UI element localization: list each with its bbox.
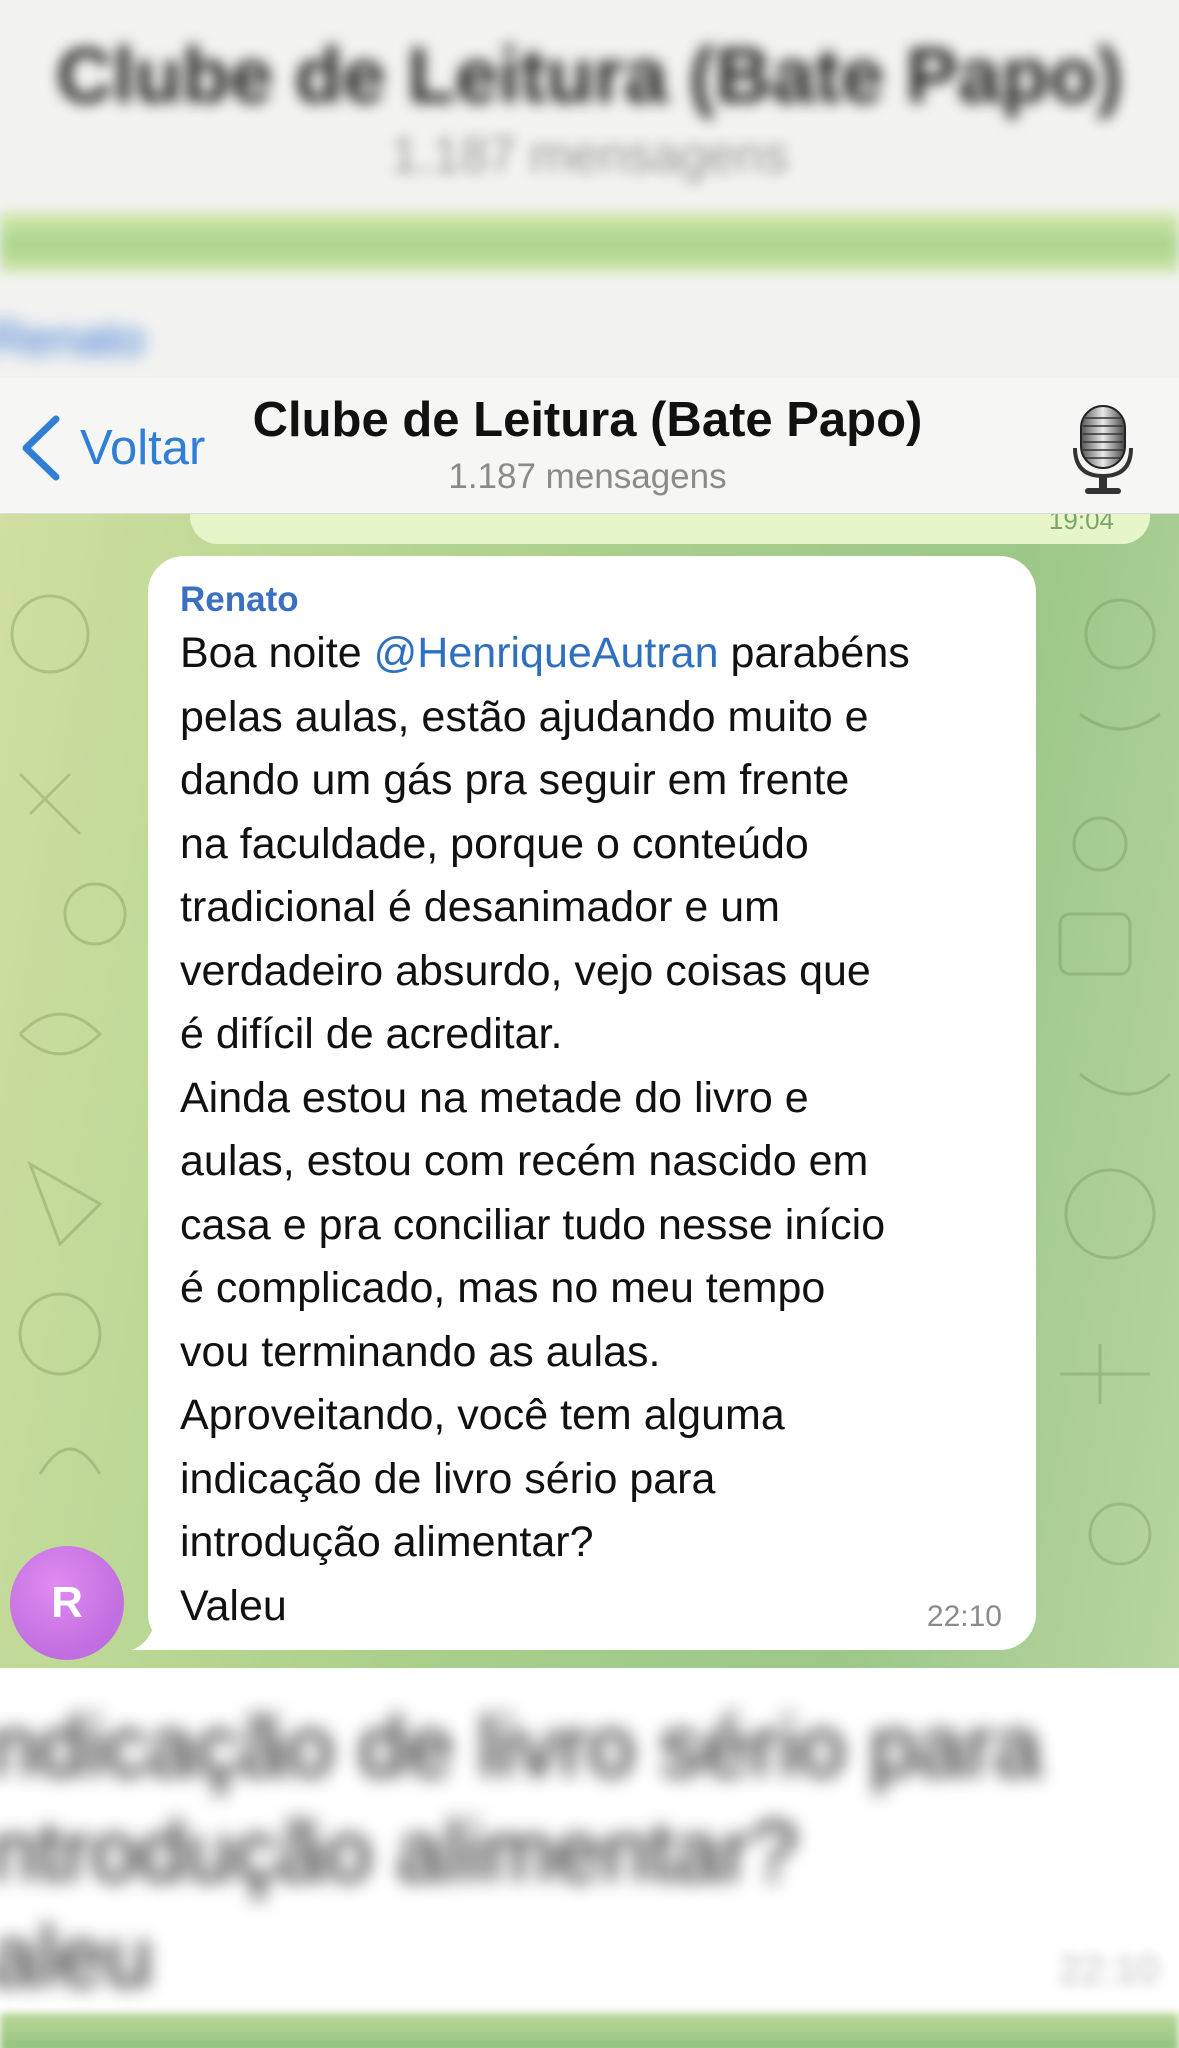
back-label: Voltar [80,421,206,475]
message-line: Boa noite @HenriqueAutran parabéns [180,622,1020,686]
message-line: é difícil de acreditar. [180,1010,563,1058]
chat-title: Clube de Leitura (Bate Papo) [252,393,923,447]
message-line: tradicional é desanimador e um [180,883,780,931]
blurred-text-line: ndicação de livro sério para [0,1699,1042,1795]
microphone-icon[interactable] [1067,402,1139,498]
mention-link[interactable]: @HenriqueAutran [374,629,719,677]
message-line: Ainda estou na metade do livro e [180,1073,809,1122]
previous-message-bubble[interactable]: 19:04 [190,514,1150,544]
blurred-text-line: ntrodução alimentar? [0,1804,798,1900]
blurred-subtitle: 1.187 mensagens [390,127,789,183]
message-line: casa e pra conciliar tudo nesse início [180,1200,886,1249]
blurred-strip [0,212,1179,272]
blurred-backdrop-top: Clube de Leitura (Bate Papo) 1.187 mensa… [0,0,1179,380]
back-button[interactable]: Voltar [18,408,205,488]
message-line: indicação de livro sério para [180,1454,716,1503]
message-count: 1.187 mensagens [448,457,727,496]
message-line: dando um gás pra seguir em frente [180,756,850,804]
previous-message-time: 19:04 [1048,514,1114,535]
blurred-time: 22:10 [1058,1948,1159,1992]
message-line: Valeu [180,1581,287,1630]
message-line: aulas, estou com recém nascido em [180,1137,869,1185]
blurred-backdrop-bottom: ndicação de livro sério para ntrodução a… [0,1668,1179,2048]
message-line: pelas aulas, estão ajudando muito e [180,692,869,741]
message-text-segment: Boa noite [180,629,374,677]
chat-area[interactable]: 19:04 Renato Boa noite @HenriqueAutran p… [0,514,1179,1668]
message-text-segment: parabéns [718,629,910,677]
avatar[interactable]: R [10,1546,124,1660]
message-bubble[interactable]: Renato Boa noite @HenriqueAutran parabén… [148,556,1036,1650]
chat-header: Voltar Clube de Leitura (Bate Papo) 1.18… [0,378,1179,514]
message-line: vou terminando as aulas. [180,1327,661,1376]
blurred-strip [0,2013,1179,2048]
chat-title-area[interactable]: Clube de Leitura (Bate Papo) 1.187 mensa… [215,388,960,502]
blurred-title: Clube de Leitura (Bate Papo) [56,31,1123,119]
message-line: na faculdade, porque o conteúdo [180,819,809,868]
blurred-link: Renato [0,313,145,366]
avatar-initial: R [51,1578,83,1627]
blurred-text-line: aleu [0,1909,153,2005]
message-text: Boa noite @HenriqueAutran parabéns pelas… [180,622,1020,1638]
message-line: introdução alimentar? [180,1518,594,1566]
sender-name[interactable]: Renato [180,580,299,620]
message-line: Aproveitando, você tem alguma [180,1391,785,1439]
message-line: verdadeiro absurdo, vejo coisas que [180,946,871,995]
message-line: é complicado, mas no meu tempo [180,1264,826,1312]
chevron-left-icon [22,415,60,481]
message-time: 22:10 [926,1600,1002,1633]
